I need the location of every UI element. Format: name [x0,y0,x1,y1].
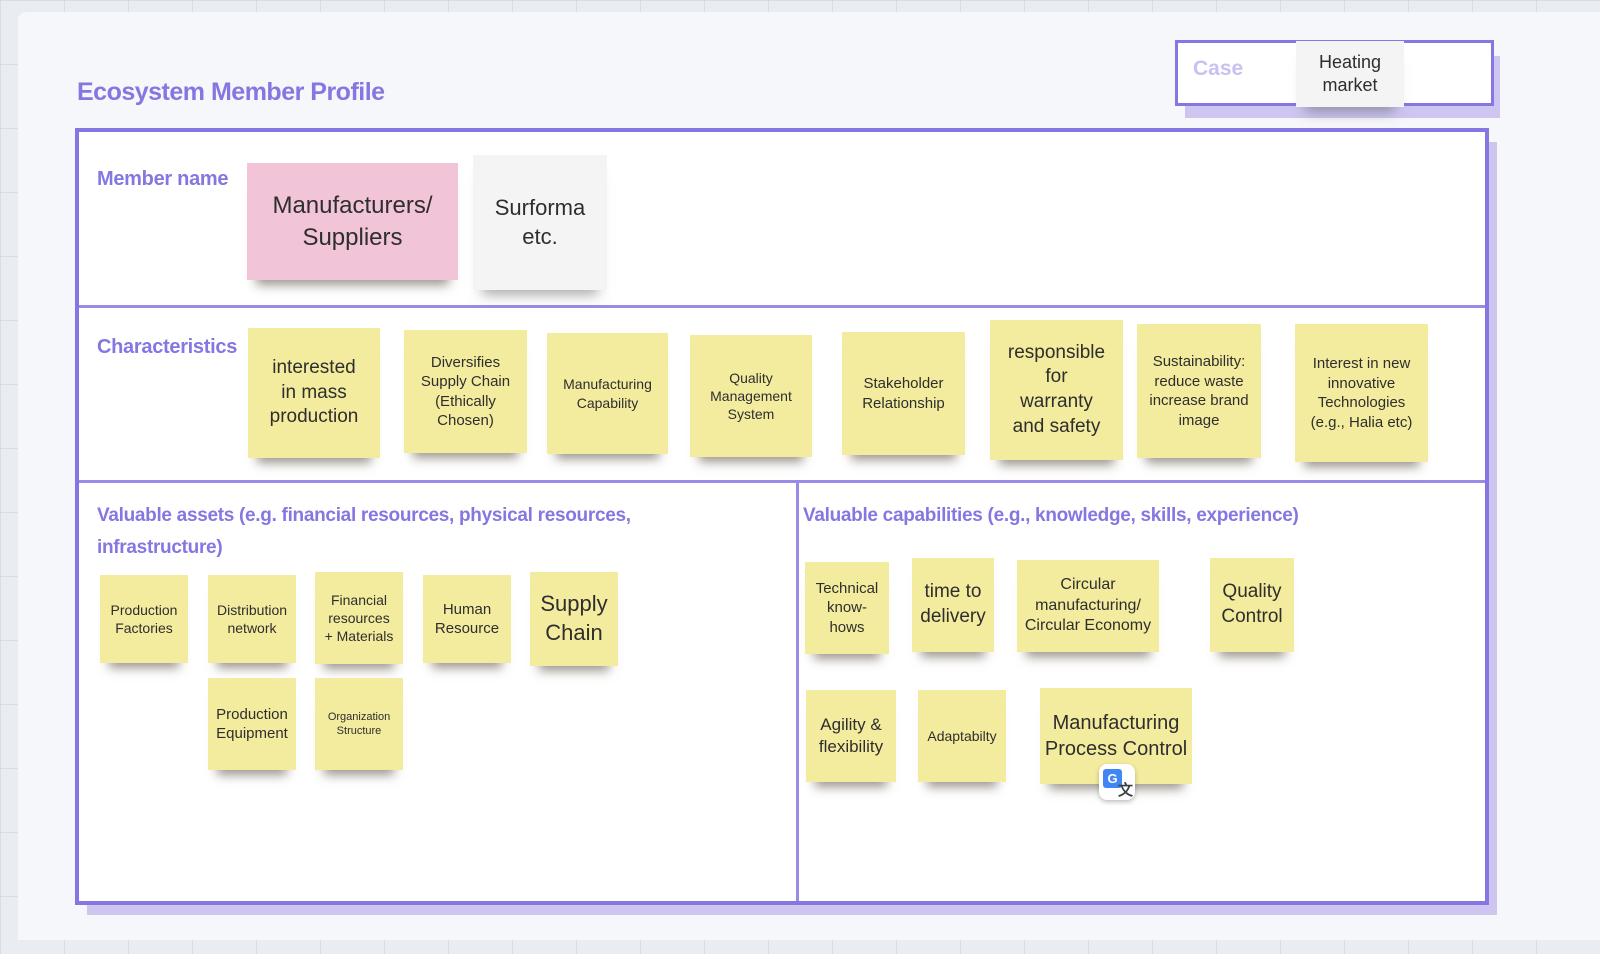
sticky-note-manufacturing-capability[interactable]: Manufacturing Capability [547,333,668,454]
valuable-assets-label: Valuable assets (e.g. financial resource… [97,500,631,565]
profile-frame[interactable]: Member name Manufacturers/ Suppliers Sur… [75,128,1489,905]
member-name-label: Member name [97,162,228,196]
sticky-note-organization-structure[interactable]: Organization Structure [315,678,403,770]
sticky-note-warranty-safety[interactable]: responsible for warranty and safety [990,320,1123,460]
sticky-note-production-equipment[interactable]: Production Equipment [208,678,296,770]
board-background[interactable]: Ecosystem Member Profile Case Heating ma… [18,12,1600,940]
divider-assets-capabilities [796,480,799,901]
sticky-note-financial-resources[interactable]: Financial resources + Materials [315,572,403,664]
divider-characteristics-bottom [79,480,1485,483]
valuable-capabilities-label: Valuable capabilities (e.g., knowledge, … [803,500,1299,532]
google-translate-char-glyph: 文 [1118,783,1133,798]
page-title[interactable]: Ecosystem Member Profile [77,78,385,107]
sticky-note-adaptability[interactable]: Adaptabilty [918,690,1006,782]
divider-member-characteristics [79,305,1485,308]
sticky-note-supply-chain[interactable]: Supply Chain [530,572,618,666]
sticky-note-production-factories[interactable]: Production Factories [100,575,188,663]
sticky-note-diversifies-supply-chain[interactable]: Diversifies Supply Chain (Ethically Chos… [404,330,527,453]
sticky-note-manufacturers-suppliers[interactable]: Manufacturers/ Suppliers [247,163,458,280]
sticky-note-time-to-delivery[interactable]: time to delivery [912,558,994,652]
sticky-note-sustainability[interactable]: Sustainability: reduce waste increase br… [1137,324,1261,458]
sticky-note-quality-control[interactable]: Quality Control [1210,558,1294,652]
sticky-note-heating-market[interactable]: Heating market [1296,41,1404,107]
sticky-note-innovative-technologies[interactable]: Interest in new innovative Technologies … [1295,324,1428,462]
sticky-note-technical-know-hows[interactable]: Technical know- hows [805,562,889,654]
google-translate-icon[interactable]: G 文 [1099,764,1135,800]
sticky-note-quality-management-system[interactable]: Quality Management System [690,335,812,457]
sticky-note-mass-production[interactable]: interested in mass production [248,328,380,458]
whiteboard-canvas[interactable]: Ecosystem Member Profile Case Heating ma… [0,0,1600,954]
case-field-label: Case [1193,57,1243,81]
sticky-note-circular-economy[interactable]: Circular manufacturing/ Circular Economy [1017,560,1159,652]
sticky-note-agility-flexibility[interactable]: Agility & flexibility [806,690,896,782]
sticky-note-stakeholder-relationship[interactable]: Stakeholder Relationship [842,332,965,455]
sticky-note-distribution-network[interactable]: Distribution network [208,575,296,663]
sticky-note-human-resource[interactable]: Human Resource [423,575,511,663]
sticky-note-surforma[interactable]: Surforma etc. [473,155,607,290]
characteristics-label: Characteristics [97,330,237,364]
